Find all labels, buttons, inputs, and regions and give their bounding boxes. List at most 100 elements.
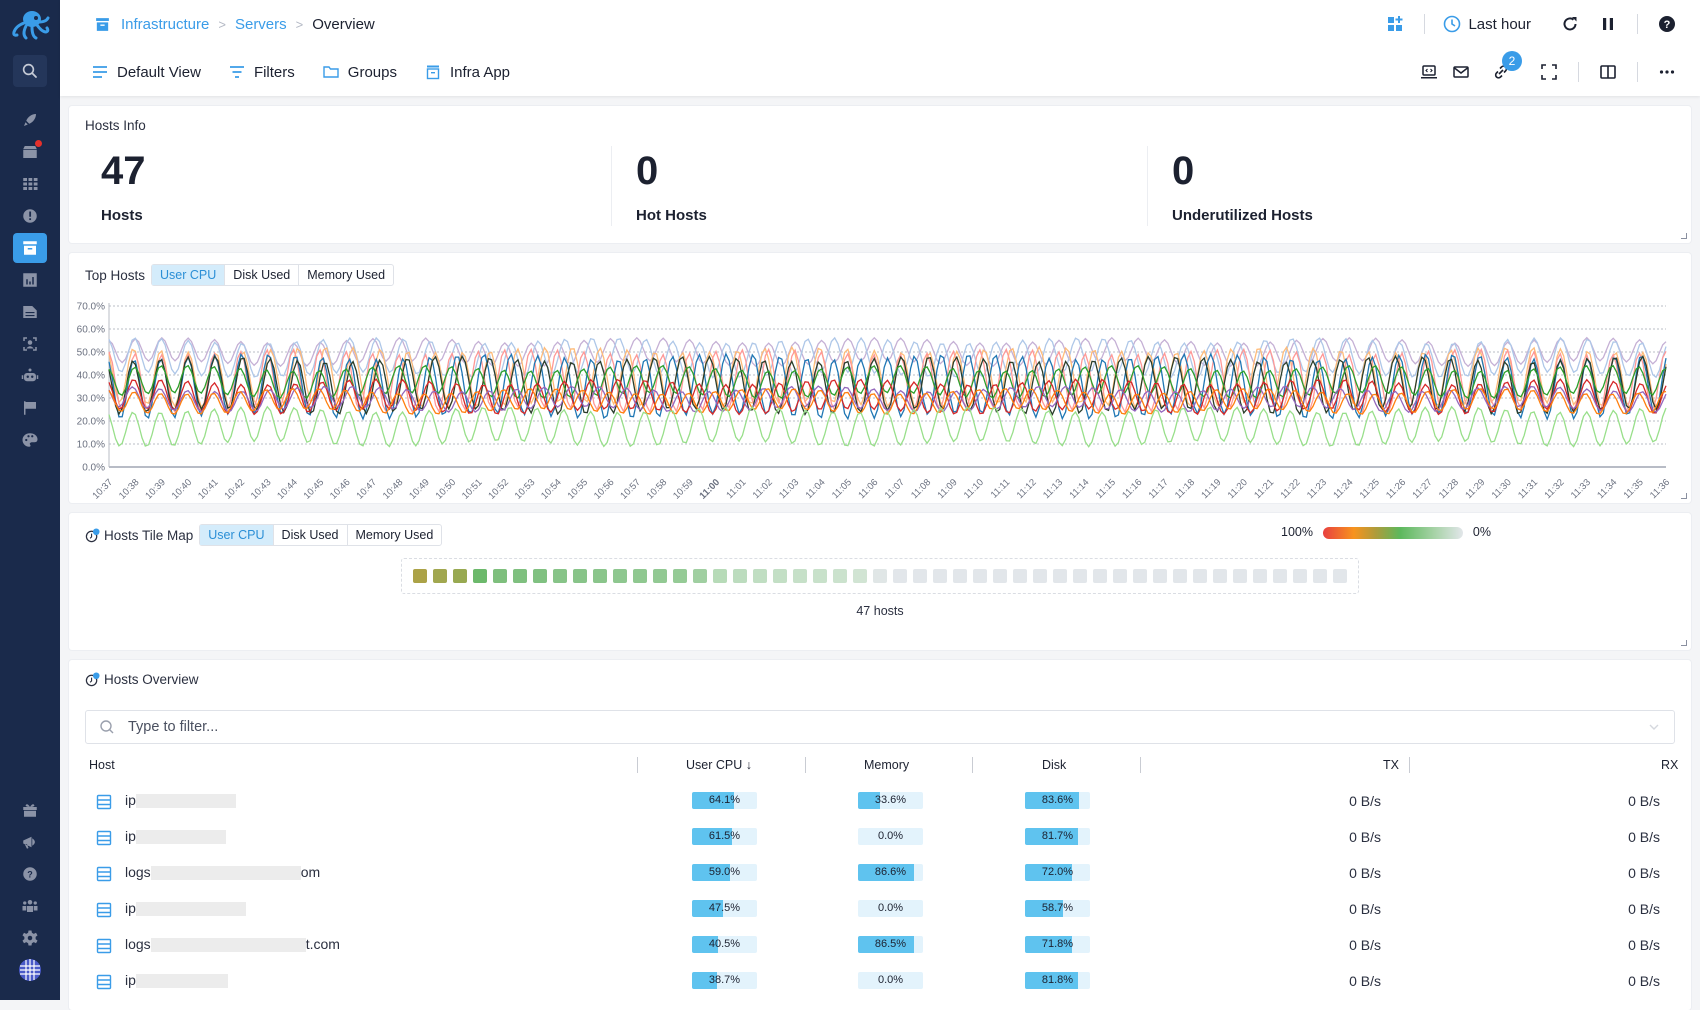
sidebar-item-alerts[interactable] <box>13 201 47 231</box>
breadcrumb-infrastructure[interactable]: Infrastructure <box>121 16 209 33</box>
breadcrumb-servers[interactable]: Servers <box>235 16 287 33</box>
host-tile[interactable] <box>693 569 707 583</box>
column-resize-handle[interactable] <box>1140 757 1141 773</box>
infra-app-button[interactable]: Infra App <box>425 64 510 81</box>
fullscreen-button[interactable] <box>1538 61 1560 83</box>
host-tile[interactable] <box>1013 569 1027 583</box>
split-view-button[interactable] <box>1597 61 1619 83</box>
chevron-down-icon[interactable] <box>1648 721 1660 733</box>
more-options-button[interactable] <box>1656 61 1678 83</box>
host-tile[interactable] <box>413 569 427 583</box>
add-widget-button[interactable] <box>1384 13 1406 35</box>
host-tile[interactable] <box>1073 569 1087 583</box>
column-resize-handle[interactable] <box>805 757 806 773</box>
host-tile[interactable] <box>653 569 667 583</box>
column-header-host[interactable]: Host <box>89 758 115 772</box>
host-tile[interactable] <box>853 569 867 583</box>
sidebar-item-apps[interactable] <box>13 169 47 199</box>
tab-user-cpu[interactable]: User CPU <box>200 525 273 545</box>
host-tile[interactable] <box>1193 569 1207 583</box>
groups-button[interactable]: Groups <box>323 64 397 81</box>
host-tile[interactable] <box>1033 569 1047 583</box>
sidebar-item-rocket[interactable] <box>13 105 47 135</box>
resize-handle[interactable] <box>1681 640 1687 646</box>
info-clock-icon[interactable] <box>85 672 100 687</box>
column-resize-handle[interactable] <box>637 757 638 773</box>
host-tile[interactable] <box>873 569 887 583</box>
tab-memory-used[interactable]: Memory Used <box>346 525 442 545</box>
email-button[interactable] <box>1450 61 1472 83</box>
host-tile[interactable] <box>913 569 927 583</box>
column-resize-handle[interactable] <box>1409 757 1410 773</box>
embed-button[interactable] <box>1418 61 1440 83</box>
host-tile[interactable] <box>1113 569 1127 583</box>
sidebar-item-flags[interactable] <box>13 393 47 423</box>
sidebar-item-team[interactable] <box>13 891 47 921</box>
host-tile[interactable] <box>753 569 767 583</box>
host-tile[interactable] <box>453 569 467 583</box>
table-row[interactable]: logs t.com 40.5% 86.5% 71.8% 0 B/s 0 B/s <box>69 928 1691 962</box>
host-name-link[interactable]: ip <box>125 900 246 917</box>
tab-disk-used[interactable]: Disk Used <box>272 525 347 545</box>
sidebar-item-settings[interactable] <box>13 923 47 953</box>
column-header-tx[interactable]: TX <box>1383 758 1399 772</box>
filters-button[interactable]: Filters <box>229 64 295 81</box>
sidebar-search[interactable] <box>13 55 47 87</box>
host-tile[interactable] <box>633 569 647 583</box>
sidebar-item-ai[interactable] <box>13 361 47 391</box>
share-link-button[interactable]: 2 <box>1490 51 1522 83</box>
host-tile[interactable] <box>533 569 547 583</box>
host-tile[interactable] <box>893 569 907 583</box>
default-view-button[interactable]: Default View <box>92 64 201 81</box>
top-hosts-line-chart[interactable]: 0.0% 10.0% 20.0% 30.0% 40.0% 50.0% 60.0% 70.0% 1… <box>69 253 1691 503</box>
host-tile[interactable] <box>933 569 947 583</box>
host-name-link[interactable]: ip <box>125 972 228 989</box>
host-tile[interactable] <box>773 569 787 583</box>
pause-button[interactable] <box>1597 13 1619 35</box>
table-row[interactable]: ip 38.7% 0.0% 81.8% 0 B/s 0 B/s <box>69 964 1691 998</box>
host-tile[interactable] <box>993 569 1007 583</box>
table-row[interactable]: ip 64.1% 33.6% 83.6% 0 B/s 0 B/s <box>69 784 1691 818</box>
table-row[interactable]: logs om 59.0% 86.6% 72.0% 0 B/s 0 B/s <box>69 856 1691 890</box>
host-tile[interactable] <box>1253 569 1267 583</box>
host-name-link[interactable]: ip <box>125 828 226 845</box>
octopus-logo-icon[interactable] <box>8 8 52 42</box>
host-tile[interactable] <box>573 569 587 583</box>
host-tile[interactable] <box>613 569 627 583</box>
host-tile[interactable] <box>1293 569 1307 583</box>
host-tile[interactable] <box>953 569 967 583</box>
host-tile[interactable] <box>733 569 747 583</box>
host-name-link[interactable]: ip <box>125 792 236 809</box>
host-tile[interactable] <box>1213 569 1227 583</box>
help-button[interactable]: ? <box>1656 13 1678 35</box>
info-clock-icon[interactable] <box>85 527 100 543</box>
host-tile[interactable] <box>1273 569 1287 583</box>
column-header-disk[interactable]: Disk <box>1042 758 1066 772</box>
column-header-memory[interactable]: Memory <box>864 758 909 772</box>
host-tile[interactable] <box>493 569 507 583</box>
sidebar-item-announcements[interactable] <box>13 827 47 857</box>
host-tile[interactable] <box>813 569 827 583</box>
column-header-user-cpu[interactable]: User CPU ↓ <box>686 758 752 772</box>
sidebar-item-themes[interactable] <box>13 425 47 455</box>
host-tile[interactable] <box>1153 569 1167 583</box>
column-header-rx[interactable]: RX <box>1661 758 1678 772</box>
host-tile[interactable] <box>433 569 447 583</box>
table-row[interactable]: ip 47.5% 0.0% 58.7% 0 B/s 0 B/s <box>69 892 1691 926</box>
host-tile[interactable] <box>1333 569 1347 583</box>
sidebar-item-rum[interactable] <box>13 329 47 359</box>
refresh-button[interactable] <box>1559 13 1581 35</box>
host-tile[interactable] <box>833 569 847 583</box>
sidebar-item-whats-new[interactable] <box>13 795 47 825</box>
host-tile[interactable] <box>673 569 687 583</box>
host-tile[interactable] <box>553 569 567 583</box>
column-resize-handle[interactable] <box>972 757 973 773</box>
sidebar-item-help[interactable]: ? <box>13 859 47 889</box>
host-tile[interactable] <box>1173 569 1187 583</box>
sidebar-item-infrastructure[interactable] <box>13 233 47 263</box>
time-range-picker[interactable]: Last hour <box>1443 13 1531 35</box>
host-tile[interactable] <box>513 569 527 583</box>
host-tile[interactable] <box>593 569 607 583</box>
sidebar-item-logs[interactable] <box>13 297 47 327</box>
resize-handle[interactable] <box>1681 233 1687 239</box>
